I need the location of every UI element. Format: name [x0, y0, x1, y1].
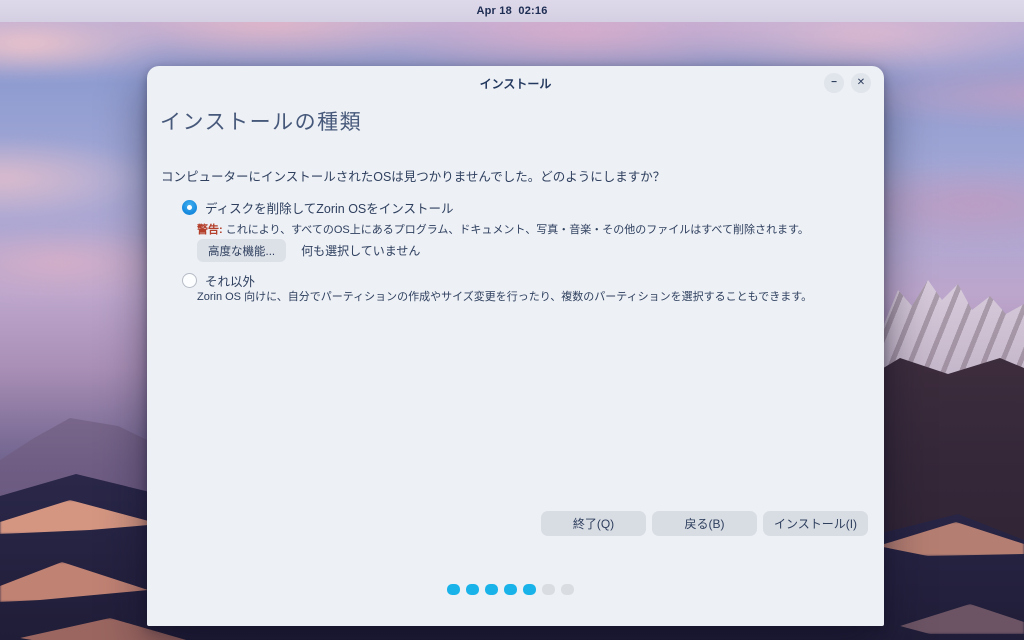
warning-prefix: 警告: [197, 224, 223, 236]
minimize-button[interactable]: − [824, 73, 844, 93]
progress-dot-2 [466, 584, 479, 595]
page-title: インストールの種類 [160, 106, 362, 136]
close-icon: ✕ [857, 78, 865, 88]
progress-dots [147, 584, 873, 595]
radio-button-unselected[interactable] [182, 273, 197, 288]
radio-button-selected[interactable] [182, 200, 197, 215]
selection-status-text: 何も選択していません [301, 242, 420, 259]
something-else-description: Zorin OS 向けに、自分でパーティションの作成やサイズ変更を行ったり、複数… [197, 288, 857, 304]
clock[interactable]: Apr 18 02:16 [476, 5, 547, 17]
progress-dot-4 [504, 584, 517, 595]
intro-text: コンピューターにインストールされたOSは見つかりませんでした。どのようにしますか… [161, 166, 665, 185]
progress-dot-3 [485, 584, 498, 595]
progress-dot-5 [523, 584, 536, 595]
minimize-icon: − [831, 78, 837, 88]
install-button[interactable]: インストール(I) [763, 511, 868, 536]
progress-dot-7 [561, 584, 574, 595]
window-controls: − ✕ [824, 73, 871, 93]
progress-dot-6 [542, 584, 555, 595]
progress-dot-1 [447, 584, 460, 595]
warning-body: これにより、すべてのOS上にあるプログラム、ドキュメント、写真・音楽・その他のフ… [223, 224, 809, 236]
footer-buttons: 終了(Q) 戻る(B) インストール(I) [541, 511, 868, 536]
installer-window: インストール − ✕ インストールの種類 コンピューターにインストールされたOS… [147, 66, 884, 626]
option-erase-disk-label: ディスクを削除してZorin OSをインストール [205, 198, 454, 217]
back-button[interactable]: 戻る(B) [652, 511, 757, 536]
option-erase-disk[interactable]: ディスクを削除してZorin OSをインストール [182, 198, 454, 217]
window-title: インストール [480, 75, 552, 92]
window-titlebar[interactable]: インストール − ✕ [147, 66, 884, 100]
quit-button[interactable]: 終了(Q) [541, 511, 646, 536]
close-button[interactable]: ✕ [851, 73, 871, 93]
system-top-bar: Apr 18 02:16 [0, 0, 1024, 22]
advanced-features-row: 高度な機能... 何も選択していません [197, 239, 420, 262]
advanced-features-button[interactable]: 高度な機能... [197, 239, 286, 262]
erase-warning-text: 警告: これにより、すべてのOS上にあるプログラム、ドキュメント、写真・音楽・そ… [197, 221, 857, 237]
